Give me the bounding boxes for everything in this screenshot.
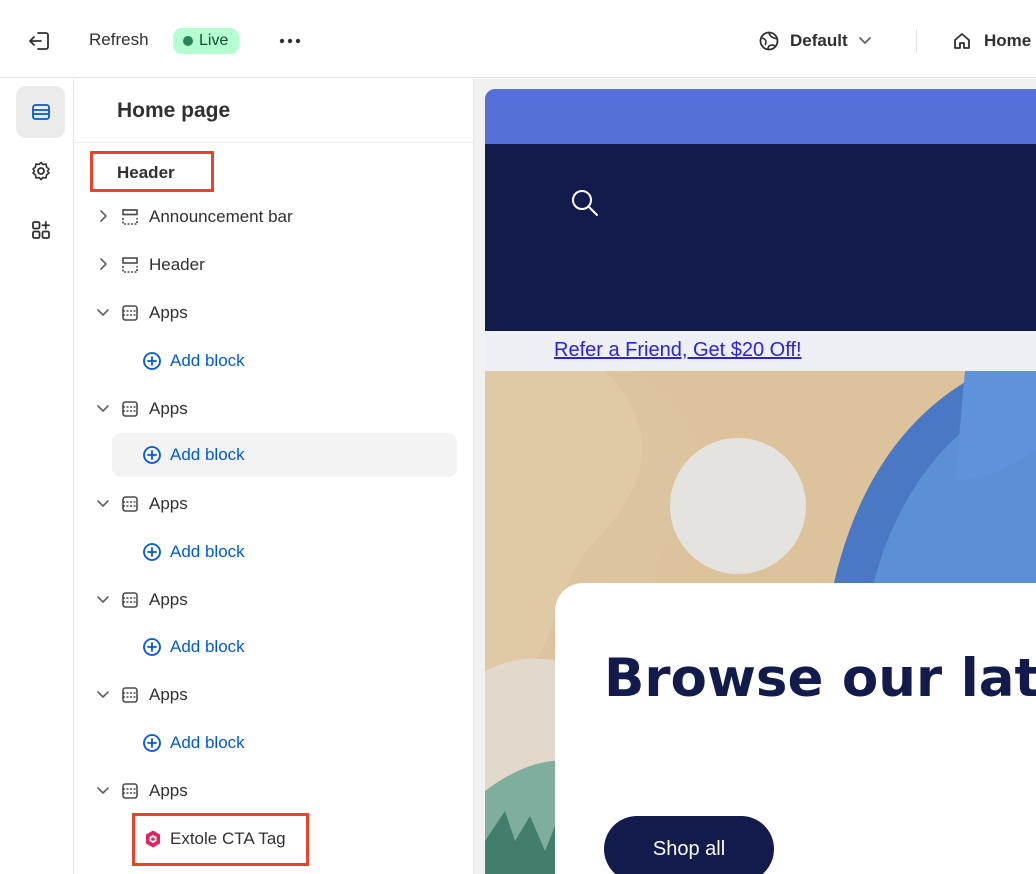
- status-dot: [183, 36, 193, 46]
- chevron-down-icon[interactable]: [96, 495, 110, 511]
- refresh-button[interactable]: Refresh: [89, 30, 149, 50]
- section-icon: [122, 305, 138, 321]
- section-apps[interactable]: Apps: [74, 578, 473, 622]
- section-label: Apps: [149, 781, 188, 800]
- plus-circle-icon: [143, 446, 161, 464]
- apps-icon: [31, 221, 50, 239]
- add-block-button[interactable]: Add block: [112, 433, 457, 477]
- section-apps[interactable]: Apps: [74, 769, 473, 813]
- search-icon[interactable]: [569, 187, 601, 219]
- hero-text-card: Browse our latest products Shop all: [555, 583, 1036, 874]
- add-block-button[interactable]: Add block: [112, 530, 457, 574]
- theme-selector[interactable]: Default: [758, 28, 872, 54]
- section-label: Apps: [149, 494, 188, 513]
- chevron-down-icon[interactable]: [96, 686, 110, 702]
- live-status-badge: Live: [173, 28, 240, 54]
- chevron-down-icon: [858, 37, 871, 44]
- hero-banner: Browse our latest products Shop all: [485, 371, 1036, 874]
- gear-icon: [31, 161, 50, 181]
- chevron-right-icon[interactable]: [96, 256, 110, 272]
- referral-bar: Refer a Friend, Get $20 Off!: [485, 331, 1036, 371]
- section-apps[interactable]: Apps: [74, 291, 473, 335]
- sections-sidebar: Home page Header Announcement bar Header…: [74, 79, 474, 874]
- add-block-label: Add block: [170, 351, 245, 370]
- section-label: Apps: [149, 399, 188, 418]
- section-header[interactable]: Header: [74, 243, 473, 287]
- add-block-label: Add block: [170, 445, 245, 464]
- preview-frame: Refer a Friend, Get $20 Off! Browse our …: [485, 89, 1036, 874]
- section-label: Header: [149, 255, 205, 274]
- exit-button[interactable]: [26, 28, 54, 54]
- add-block-button[interactable]: Add block: [112, 625, 457, 669]
- chevron-right-icon[interactable]: [96, 208, 110, 224]
- globe-icon: [759, 31, 779, 51]
- chevron-down-icon[interactable]: [96, 591, 110, 607]
- referral-link[interactable]: Refer a Friend, Get $20 Off!: [554, 339, 802, 362]
- add-block-button[interactable]: Add block: [112, 339, 457, 383]
- chevron-down-icon[interactable]: [96, 304, 110, 320]
- section-apps[interactable]: Apps: [74, 482, 473, 526]
- more-actions-button[interactable]: [278, 30, 302, 52]
- section-label: Apps: [149, 590, 188, 609]
- store-header: [485, 144, 1036, 331]
- exit-icon: [29, 32, 49, 50]
- chevron-down-icon[interactable]: [96, 400, 110, 416]
- rail-apps-button[interactable]: [16, 204, 65, 256]
- topbar-divider: [916, 29, 917, 53]
- sidebar-divider: [74, 142, 473, 143]
- rail-settings-button[interactable]: [16, 145, 65, 197]
- add-block-button[interactable]: Add block: [112, 721, 457, 765]
- section-icon: [122, 783, 138, 799]
- sections-icon: [31, 104, 50, 120]
- live-status-label: Live: [199, 32, 229, 49]
- plus-circle-icon: [143, 734, 161, 752]
- section-icon: [122, 687, 138, 703]
- page-selector[interactable]: Home: [952, 28, 1031, 54]
- rail-sections-button[interactable]: [16, 86, 65, 138]
- section-label: Apps: [149, 303, 188, 322]
- section-icon: [122, 401, 138, 417]
- storefront-preview: Refer a Friend, Get $20 Off! Browse our …: [474, 79, 1036, 874]
- section-apps[interactable]: Apps: [74, 673, 473, 717]
- home-icon: [954, 33, 970, 49]
- plus-circle-icon: [143, 543, 161, 561]
- page-label: Home: [984, 31, 1032, 50]
- section-apps[interactable]: Apps: [74, 387, 473, 431]
- store-top-strip: [485, 89, 1036, 144]
- page-title: Home page: [117, 99, 231, 122]
- shop-all-button[interactable]: Shop all: [604, 816, 774, 874]
- chevron-down-icon[interactable]: [96, 782, 110, 798]
- section-icon: [122, 496, 138, 512]
- section-announcement-bar[interactable]: Announcement bar: [74, 195, 473, 239]
- highlight-box-header: [90, 151, 214, 192]
- hero-heading: Browse our latest products: [604, 648, 1036, 709]
- add-block-label: Add block: [170, 542, 245, 561]
- more-icon: [279, 38, 301, 44]
- highlight-box-extole-cta-tag: [132, 813, 309, 866]
- section-icon: [122, 592, 138, 608]
- section-label: Apps: [149, 685, 188, 704]
- editor-nav-rail: [0, 79, 74, 874]
- section-label: Announcement bar: [149, 207, 293, 226]
- plus-circle-icon: [143, 352, 161, 370]
- add-block-label: Add block: [170, 733, 245, 752]
- plus-circle-icon: [143, 638, 161, 656]
- section-icon: [122, 257, 138, 273]
- section-icon: [122, 209, 138, 225]
- theme-label: Default: [790, 31, 848, 50]
- editor-topbar: Refresh Live Default Home: [0, 0, 1036, 78]
- add-block-label: Add block: [170, 637, 245, 656]
